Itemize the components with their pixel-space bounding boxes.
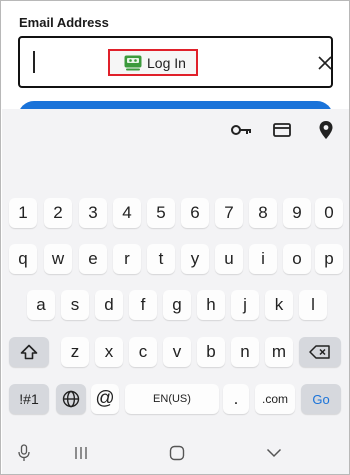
key-i[interactable]: i [249,244,277,274]
password-manager-icon [124,55,142,71]
key-w[interactable]: w [44,244,72,274]
key-g[interactable]: g [163,290,191,320]
key-3[interactable]: 3 [79,198,107,228]
screen: Email Address Log In 1 2 3 4 5 6 7 8 9 0… [0,0,350,475]
shift-icon [20,344,38,360]
dot-com-key[interactable]: .com [255,384,295,414]
key-l[interactable]: l [299,290,327,320]
key-r[interactable]: r [113,244,141,274]
key-8[interactable]: 8 [249,198,277,228]
go-key[interactable]: Go [301,384,341,414]
key-o[interactable]: o [283,244,311,274]
key-k[interactable]: k [265,290,293,320]
key-y[interactable]: y [181,244,209,274]
backspace-key[interactable] [299,337,341,367]
recent-apps-icon[interactable] [73,444,89,462]
key-2[interactable]: 2 [44,198,72,228]
text-caret [33,51,35,73]
key-7[interactable]: 7 [215,198,243,228]
close-icon[interactable] [315,53,335,73]
key-h[interactable]: h [197,290,225,320]
key-p[interactable]: p [315,244,343,274]
key-q[interactable]: q [9,244,37,274]
key-u[interactable]: u [215,244,243,274]
at-key[interactable]: @ [91,384,119,414]
key-icon[interactable] [230,119,254,141]
key-j[interactable]: j [231,290,259,320]
key-6[interactable]: 6 [181,198,209,228]
key-9[interactable]: 9 [283,198,311,228]
key-f[interactable]: f [129,290,157,320]
key-5[interactable]: 5 [147,198,175,228]
key-0[interactable]: 0 [315,198,343,228]
key-c[interactable]: c [129,337,157,367]
location-pin-icon[interactable] [314,119,338,141]
globe-icon [62,390,80,408]
key-a[interactable]: a [27,290,55,320]
key-b[interactable]: b [197,337,225,367]
key-m[interactable]: m [265,337,293,367]
key-v[interactable]: v [163,337,191,367]
login-label: Log In [147,54,186,71]
symbols-key[interactable]: !#1 [9,384,49,414]
key-e[interactable]: e [79,244,107,274]
shift-key[interactable] [9,337,49,367]
period-key[interactable]: . [223,384,249,414]
language-key[interactable] [56,384,86,414]
keyboard-toolbar [2,109,349,150]
key-s[interactable]: s [61,290,89,320]
key-n[interactable]: n [231,337,259,367]
microphone-icon[interactable] [17,444,31,462]
key-4[interactable]: 4 [113,198,141,228]
email-label: Email Address [19,15,109,30]
backspace-icon [309,345,331,359]
key-z[interactable]: z [61,337,89,367]
key-1[interactable]: 1 [9,198,37,228]
key-d[interactable]: d [95,290,123,320]
home-icon[interactable] [169,444,185,462]
card-icon[interactable] [270,119,294,141]
key-x[interactable]: x [95,337,123,367]
key-t[interactable]: t [147,244,175,274]
chevron-down-icon[interactable] [265,444,283,462]
space-key[interactable]: EN(US) [125,384,219,414]
login-suggestion[interactable]: Log In [108,49,198,76]
